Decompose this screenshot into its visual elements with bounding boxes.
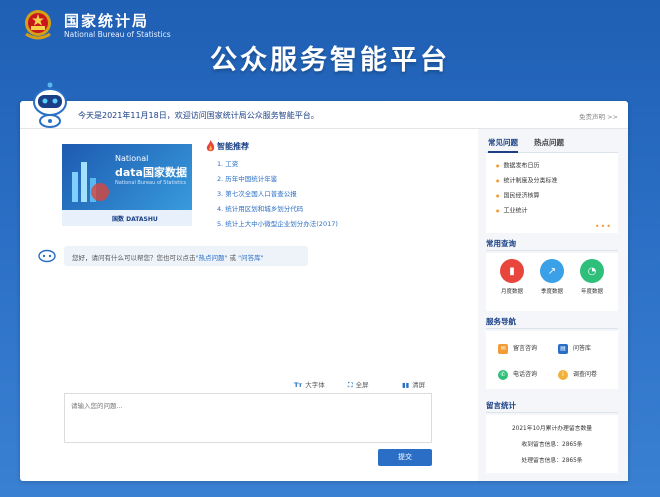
stats-received: 收到留言信息：2865条 [521, 442, 583, 448]
phone-consult-button[interactable]: ✆ 电话咨询 [498, 369, 537, 380]
stats-heading: 2021年10月累计办理留言数量 [511, 426, 593, 432]
fullscreen-label: 全屏 [355, 381, 369, 389]
query-label: 季度数据 [540, 289, 563, 295]
national-data-banner[interactable]: National data国家数据 National Bureau of Sta… [62, 144, 192, 226]
tab-common-questions[interactable]: 常见问题 [488, 137, 518, 153]
chat-area: National data国家数据 National Bureau of Sta… [20, 129, 478, 481]
stats-processed: 处理留言信息：2865条 [521, 458, 583, 464]
tab-hot-questions[interactable]: 热点问题 [534, 137, 564, 148]
national-emblem-icon [25, 10, 51, 40]
quarterly-data-button[interactable]: ↗ 季度数据 [532, 259, 572, 295]
banner-line3: National Bureau of Statistics [115, 180, 187, 186]
divider [486, 412, 618, 413]
monthly-data-button[interactable]: ▮ 月度数据 [492, 259, 532, 295]
stats-section-title: 留言统计 [486, 401, 516, 410]
recommend-item[interactable]: 3. 第七次全国人口普查公报 [217, 189, 338, 204]
nav-label: 留言咨询 [513, 345, 538, 352]
clear-screen-button[interactable]: ▮▮ 清屏 [402, 379, 425, 389]
font-size-label: 大字体 [305, 381, 325, 389]
query-box: ▮ 月度数据 ↗ 季度数据 ◔ 年度数据 [486, 253, 618, 311]
recommend-item[interactable]: 5. 统计上大中小微型企业划分办法(2017) [217, 219, 338, 234]
sidebar-tabs: 常见问题 热点问题 [486, 135, 618, 153]
recommend-item[interactable]: 1. 工资 [217, 159, 338, 174]
qa-library-link[interactable]: "问答库" [238, 254, 263, 262]
banner-line2: data国家数据 [115, 166, 187, 179]
fullscreen-button[interactable]: ⛶ 全屏 [348, 379, 369, 390]
hot-questions-link[interactable]: "热点问题" [196, 254, 228, 262]
message-consult-button[interactable]: ✉ 留言咨询 [498, 343, 537, 354]
more-button[interactable]: ••• [595, 222, 612, 231]
book-icon: ▤ [558, 343, 568, 354]
faq-item[interactable]: 国民经济核算 [496, 189, 608, 204]
recommend-list: 1. 工资 2. 历年中国统计年鉴 3. 第七次全国人口普查公报 4. 统计用区… [217, 159, 338, 234]
service-nav-box: ✉ 留言咨询 ▤ 问答库 ✆ 电话咨询 i 调查问卷 [486, 331, 618, 389]
recommend-title: 智能推荐 [217, 142, 249, 151]
question-input[interactable] [64, 393, 432, 443]
divider [486, 328, 618, 329]
faq-item[interactable]: 工业统计 [496, 204, 608, 219]
nav-label: 问答库 [573, 345, 592, 352]
org-name-cn: 国家统计局 [64, 12, 150, 30]
disclaimer-link[interactable]: 免责声明 >> [579, 111, 618, 121]
mail-icon: ✉ [498, 343, 508, 354]
banner-graphic-icon [72, 162, 109, 202]
phone-icon: ✆ [498, 369, 508, 380]
welcome-text: 今天是2021年11月18日，欢迎访问国家统计局公众服务智能平台。 [78, 111, 319, 120]
chat-bot-icon [38, 249, 56, 263]
annual-data-button[interactable]: ◔ 年度数据 [572, 259, 612, 295]
info-icon: i [558, 369, 568, 380]
faq-item[interactable]: 统计制度及分类标准 [496, 174, 608, 189]
bot-message-prefix: 您好，请问有什么可以帮您？您也可以点击 [72, 254, 196, 262]
robot-mascot-icon [33, 82, 67, 128]
query-label: 年度数据 [580, 289, 603, 295]
banner-line1: National [115, 154, 149, 163]
faq-box: 数据发布日历 统计制度及分类标准 国民经济核算 工业统计 ••• [486, 153, 618, 233]
divider [486, 250, 618, 251]
font-size-button[interactable]: Tт 大字体 [294, 379, 325, 389]
pie-chart-icon: ◔ [580, 259, 604, 283]
sidebar: 常见问题 热点问题 数据发布日历 统计制度及分类标准 国民经济核算 工业统计 •… [478, 129, 628, 481]
nav-label: 电话咨询 [513, 371, 538, 378]
nav-section-title: 服务导航 [486, 317, 516, 326]
query-section-title: 常用查询 [486, 239, 516, 248]
fire-icon [206, 140, 215, 152]
submit-button[interactable]: 提交 [378, 449, 432, 466]
recommend-item[interactable]: 4. 统计用区划和城乡划分代码 [217, 204, 338, 219]
bot-message: 您好，请问有什么可以帮您？您也可以点击"热点问题" 或 "问答库" [64, 246, 308, 266]
fullscreen-icon: ⛶ [348, 381, 353, 389]
faq-item[interactable]: 数据发布日历 [496, 159, 608, 174]
bar-chart-icon: ▮ [500, 259, 524, 283]
main-card: 今天是2021年11月18日，欢迎访问国家统计局公众服务智能平台。 免责声明 >… [20, 101, 628, 481]
platform-title: 公众服务智能平台 [210, 45, 450, 76]
survey-button[interactable]: i 调查问卷 [558, 369, 597, 380]
bot-message-middle: 或 [227, 254, 239, 262]
message-stats-box: 2021年10月累计办理留言数量 收到留言信息：2865条 处理留言信息：286… [486, 415, 618, 473]
nav-label: 调查问卷 [573, 371, 598, 378]
header: 国家统计局 National Bureau of Statistics 公众服务… [0, 0, 660, 100]
query-label: 月度数据 [500, 289, 523, 295]
line-chart-icon: ↗ [540, 259, 564, 283]
clear-label: 清屏 [412, 381, 426, 389]
recommend-item[interactable]: 2. 历年中国统计年鉴 [217, 174, 338, 189]
clear-icon: ▮▮ [402, 381, 410, 389]
font-size-icon: Tт [294, 381, 303, 389]
qa-library-button[interactable]: ▤ 问答库 [558, 343, 591, 354]
banner-brand: 国数 DATASHU [112, 216, 158, 223]
